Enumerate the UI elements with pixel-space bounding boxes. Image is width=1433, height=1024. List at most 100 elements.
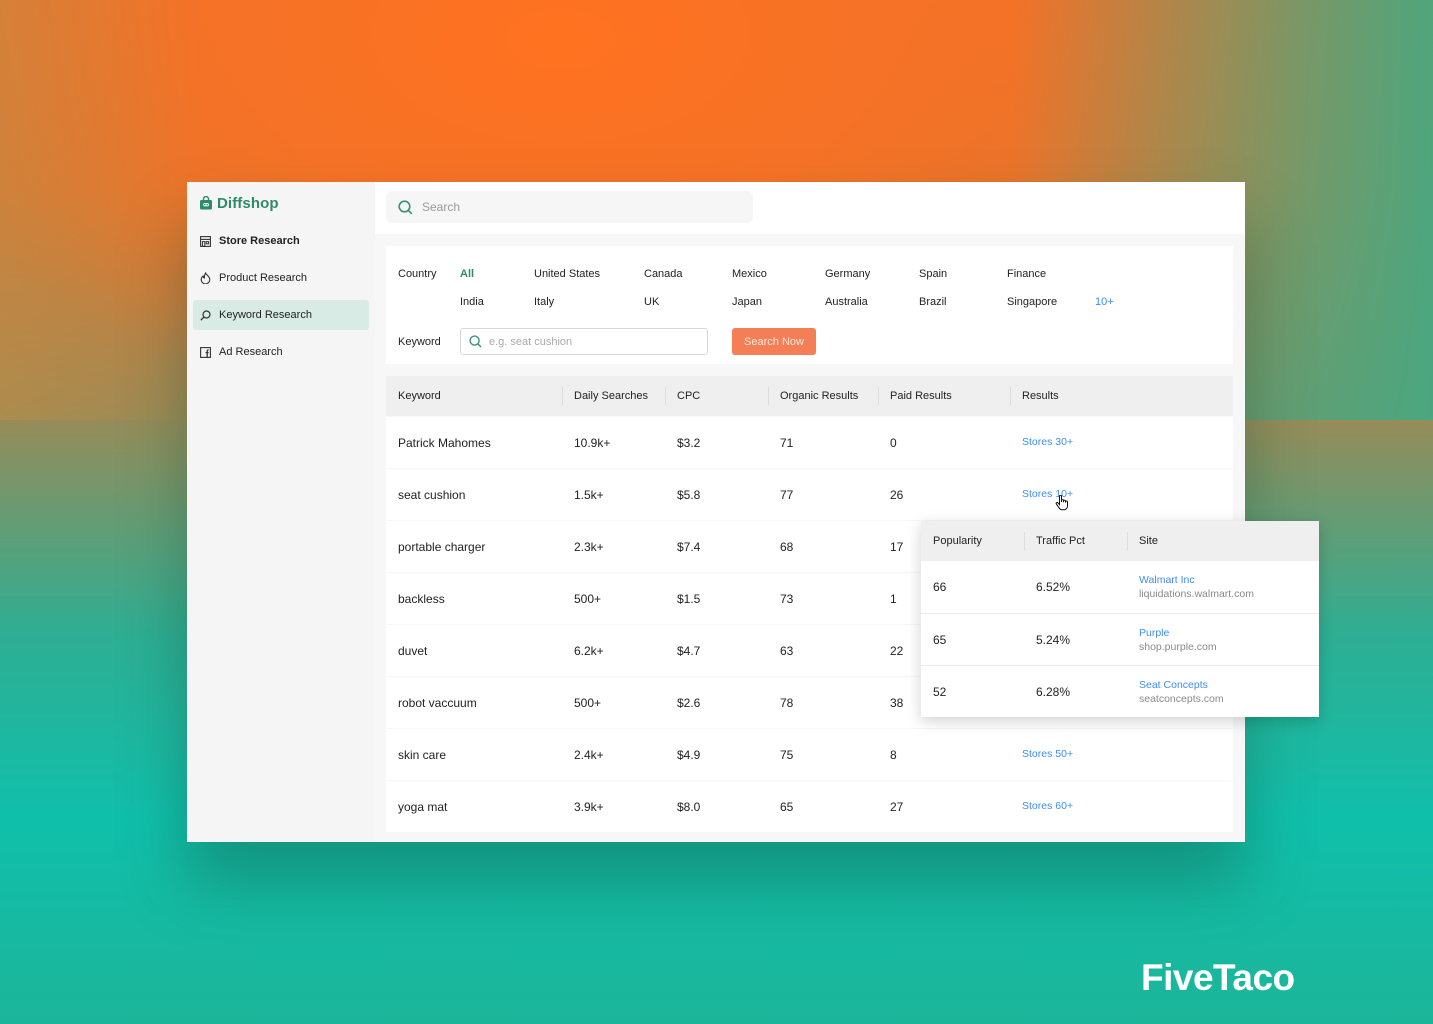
site-cell: Seat Concepts seatconcepts.com	[1127, 679, 1319, 705]
organic-results-cell: 77	[780, 487, 794, 502]
results-cell: Stores 10+	[1010, 488, 1233, 502]
site-name-link[interactable]: Purple	[1139, 627, 1319, 639]
sidebar-item-keyword-research[interactable]: Keyword Research	[193, 300, 369, 330]
country-option[interactable]: Canada	[644, 268, 732, 280]
country-option[interactable]: India	[460, 296, 534, 308]
paid-results-cell: 27	[890, 799, 904, 814]
site-name-link[interactable]: Walmart Inc	[1139, 574, 1319, 586]
search-icon	[398, 199, 413, 214]
table-row[interactable]: skin care 2.4k+ $4.9 75 8 Stores 50+	[386, 729, 1233, 780]
daily-searches-cell: 10.9k+	[574, 435, 611, 450]
country-label: Country	[398, 268, 437, 280]
stores-popup: Popularity Traffic Pct Site 66 6.52% Walma…	[921, 521, 1319, 717]
organic-results-cell: 68	[780, 539, 794, 554]
stores-link[interactable]: Stores 60+	[1022, 800, 1073, 812]
stores-link[interactable]: Stores 50+	[1022, 748, 1073, 760]
popularity-cell: 52	[933, 684, 947, 699]
country-option-all[interactable]: All	[460, 268, 534, 280]
sidebar-item-ad-research[interactable]: Ad Research	[193, 337, 369, 367]
sidebar-item-label: Product Research	[219, 272, 308, 284]
country-option[interactable]: Germany	[825, 268, 919, 280]
stores-link[interactable]: Stores 30+	[1022, 436, 1073, 448]
table-row[interactable]: seat cushion 1.5k+ $5.8 77 26 Stores 10+	[386, 469, 1233, 520]
results-cell: Stores 30+	[1010, 436, 1233, 450]
keyword-row: Keyword Search Now	[398, 328, 1221, 355]
country-option[interactable]: Brazil	[919, 296, 1007, 308]
keyword-cell: robot vaccuum	[398, 695, 477, 710]
cpc-cell: $8.0	[677, 799, 701, 814]
keyword-cell: backless	[398, 591, 445, 606]
keyword-cell: Patrick Mahomes	[398, 435, 491, 450]
sidebar-item-label: Store Research	[219, 235, 300, 247]
site-url: liquidations.walmart.com	[1139, 588, 1254, 600]
organic-results-cell: 75	[780, 747, 794, 762]
flame-icon	[199, 272, 211, 284]
country-option[interactable]: Finance	[1007, 268, 1095, 280]
popup-header: Popularity Traffic Pct Site	[921, 521, 1319, 561]
column-header-cpc[interactable]: CPC	[665, 376, 768, 416]
app-name: Diffshop	[217, 194, 279, 212]
cpc-cell: $4.9	[677, 747, 701, 762]
daily-searches-cell: 2.4k+	[574, 747, 604, 762]
more-countries-link[interactable]: 10+	[1095, 296, 1114, 308]
store-icon	[199, 235, 211, 247]
organic-results-cell: 65	[780, 799, 794, 814]
main-content: Country All United States Canada Mexico …	[375, 182, 1245, 842]
column-header-traffic-pct[interactable]: Traffic Pct	[1024, 521, 1127, 561]
sidebar-item-store-research[interactable]: Store Research	[193, 226, 369, 256]
column-header-site[interactable]: Site	[1127, 521, 1319, 561]
sidebar-item-product-research[interactable]: Product Research	[193, 263, 369, 293]
country-option[interactable]: UK	[644, 296, 732, 308]
country-option[interactable]: Mexico	[732, 268, 825, 280]
cpc-cell: $3.2	[677, 435, 701, 450]
results-cell: Stores 50+	[1010, 748, 1233, 762]
popup-row: 52 6.28% Seat Concepts seatconcepts.com	[921, 665, 1319, 717]
country-option[interactable]: Australia	[825, 296, 919, 308]
daily-searches-cell: 3.9k+	[574, 799, 604, 814]
traffic-pct-cell: 6.52%	[1036, 580, 1071, 594]
hand-cursor-icon	[1055, 495, 1068, 511]
keyword-label: Keyword	[398, 335, 441, 348]
paid-results-cell: 26	[890, 487, 904, 502]
popup-row: 66 6.52% Walmart Inc liquidations.walmart.c…	[921, 561, 1319, 613]
column-header-results[interactable]: Results	[1010, 376, 1233, 416]
cpc-cell: $4.7	[677, 643, 701, 658]
search-now-button[interactable]: Search Now	[732, 328, 816, 355]
results-cell: Stores 60+	[1010, 800, 1233, 814]
country-row-2: India Italy UK Japan Australia Brazil Si…	[398, 288, 1221, 316]
global-search[interactable]	[386, 191, 753, 223]
country-option[interactable]: United States	[534, 268, 644, 280]
keyword-input[interactable]	[489, 335, 689, 348]
traffic-pct-cell: 5.24%	[1036, 632, 1071, 647]
column-header-keyword[interactable]: Keyword	[386, 376, 562, 416]
site-name-link[interactable]: Seat Concepts	[1139, 679, 1319, 691]
table-row[interactable]: yoga mat 3.9k+ $8.0 65 27 Stores 60+	[386, 781, 1233, 832]
daily-searches-cell: 500+	[574, 695, 602, 710]
organic-results-cell: 63	[780, 643, 794, 658]
table-row[interactable]: Patrick Mahomes 10.9k+ $3.2 71 0 Stores 30+	[386, 417, 1233, 468]
country-option[interactable]: Japan	[732, 296, 825, 308]
column-header-daily-searches[interactable]: Daily Searches	[562, 376, 665, 416]
keyword-field[interactable]	[460, 328, 708, 355]
popularity-cell: 66	[933, 580, 947, 594]
logo[interactable]: Diffshop	[193, 192, 369, 214]
keyword-cell: skin care	[398, 747, 447, 762]
sidebar: Diffshop Store Research Product Research…	[187, 182, 375, 842]
country-option[interactable]: Italy	[534, 296, 644, 308]
site-url: shop.purple.com	[1139, 640, 1217, 653]
site-cell: Purple shop.purple.com	[1127, 627, 1319, 653]
cpc-cell: $5.8	[677, 487, 701, 502]
keyword-cell: yoga mat	[398, 799, 448, 814]
column-header-paid-results[interactable]: Paid Results	[878, 376, 1010, 416]
global-search-input[interactable]	[422, 200, 722, 214]
country-option[interactable]: Singapore	[1007, 296, 1095, 308]
country-option[interactable]: Spain	[919, 268, 1007, 280]
shopping-bag-icon	[200, 196, 212, 210]
facebook-icon	[199, 346, 211, 358]
column-header-organic-results[interactable]: Organic Results	[768, 376, 878, 416]
popup-row: 65 5.24% Purple shop.purple.com	[921, 613, 1319, 665]
daily-searches-cell: 2.3k+	[574, 539, 604, 554]
app-window: Diffshop Store Research Product Research…	[187, 182, 1245, 842]
column-header-popularity[interactable]: Popularity	[921, 521, 1024, 561]
search-icon	[199, 309, 211, 321]
